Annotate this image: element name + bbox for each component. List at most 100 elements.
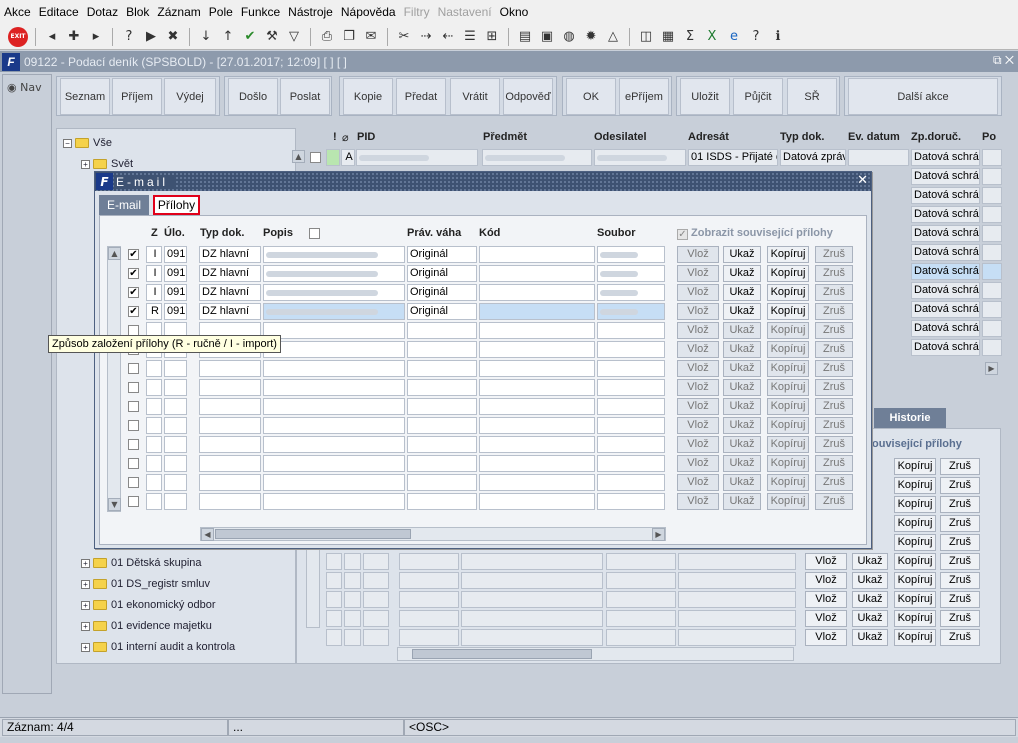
scroll-thumb[interactable]: [215, 529, 411, 539]
cell-kod[interactable]: [479, 417, 595, 434]
menu-item[interactable]: Pole: [209, 5, 233, 19]
cell-popis[interactable]: [263, 436, 405, 453]
add-record-icon[interactable]: ✚: [65, 28, 83, 46]
cell-prav[interactable]: [407, 360, 477, 377]
cell-prav[interactable]: [407, 398, 477, 415]
chart-icon[interactable]: ◫: [637, 28, 655, 46]
vloz-button[interactable]: Vlož: [805, 610, 847, 627]
vloz-button[interactable]: Vlož: [677, 246, 719, 263]
cell-popis[interactable]: [263, 474, 405, 491]
cell-soubor[interactable]: [597, 474, 665, 491]
cell-soubor[interactable]: [597, 284, 665, 301]
cell-z[interactable]: [146, 398, 162, 415]
ukaz-button[interactable]: Ukaž: [723, 284, 761, 301]
cell-ulo[interactable]: [164, 474, 187, 491]
lower-cell[interactable]: [606, 610, 676, 627]
ukaz-button[interactable]: Ukaž: [852, 553, 888, 570]
cell-popis[interactable]: [263, 379, 405, 396]
kopiruj-button[interactable]: Kopíruj: [767, 398, 809, 415]
cell-typ[interactable]: DZ hlavní: [199, 246, 261, 263]
cell-z[interactable]: I: [146, 246, 162, 263]
lower-cell[interactable]: [344, 591, 361, 608]
scale-icon[interactable]: △: [604, 28, 622, 46]
dialog-hscroll[interactable]: ◀ ▶: [200, 527, 666, 541]
cell-soubor[interactable]: [597, 341, 665, 358]
vloz-button[interactable]: Vlož: [805, 629, 847, 646]
zrus-button[interactable]: Zruš: [815, 360, 853, 377]
cell-soubor[interactable]: [597, 265, 665, 282]
lower-cell[interactable]: [606, 591, 676, 608]
print-icon[interactable]: ⎙: [318, 28, 336, 46]
ukaz-button[interactable]: Ukaž: [852, 591, 888, 608]
menu-item[interactable]: Okno: [500, 5, 529, 19]
lower-cell[interactable]: [678, 572, 796, 589]
lower-cell[interactable]: [326, 629, 342, 646]
kopiruj-button[interactable]: Kopíruj: [767, 455, 809, 472]
lower-cell[interactable]: [399, 572, 459, 589]
lower-cell[interactable]: [363, 610, 389, 627]
zrus-button[interactable]: Zruš: [815, 474, 853, 491]
zrus-button[interactable]: Zruš: [815, 284, 853, 301]
cell-popis[interactable]: [263, 246, 405, 263]
move-left-icon[interactable]: ◂: [43, 28, 61, 46]
zrus-button[interactable]: Zruš: [815, 303, 853, 320]
tree-item[interactable]: +01 evidence majetku: [81, 620, 212, 632]
vloz-button[interactable]: Vlož: [677, 360, 719, 377]
row-checkbox[interactable]: [128, 401, 139, 412]
lower-cell[interactable]: [344, 629, 361, 646]
cell-typ[interactable]: DZ hlavní: [199, 265, 261, 282]
lower-cell[interactable]: [399, 553, 459, 570]
zrus-button[interactable]: Zruš: [815, 379, 853, 396]
zrus-button[interactable]: Zruš: [940, 591, 980, 608]
lower-cell[interactable]: [678, 591, 796, 608]
tab-email[interactable]: E-mail: [99, 195, 149, 215]
scroll-thumb[interactable]: [412, 649, 592, 659]
kopiruj-button[interactable]: Kopíruj: [767, 246, 809, 263]
zrus-button[interactable]: Zruš: [815, 493, 853, 510]
lower-cell[interactable]: [678, 629, 796, 646]
cell-typ[interactable]: [199, 417, 261, 434]
zrus-button[interactable]: Zruš: [940, 629, 980, 646]
kopiruj-button[interactable]: Kopíruj: [767, 417, 809, 434]
vloz-button[interactable]: Vlož: [805, 572, 847, 589]
tree-root[interactable]: − Vše: [63, 137, 112, 149]
gear-icon[interactable]: ✹: [582, 28, 600, 46]
kopiruj-button[interactable]: Kopíruj: [767, 379, 809, 396]
cell-soubor[interactable]: [597, 493, 665, 510]
cell-soubor[interactable]: [597, 417, 665, 434]
lower-cell[interactable]: [678, 610, 796, 627]
info-icon[interactable]: ℹ: [769, 28, 787, 46]
vloz-button[interactable]: Vlož: [677, 474, 719, 491]
execute-query-icon[interactable]: ▶: [142, 28, 160, 46]
kopiruj-button[interactable]: Kopíruj: [894, 610, 936, 627]
cell-z[interactable]: [146, 360, 162, 377]
cell-popis[interactable]: [263, 322, 405, 339]
lower-cell[interactable]: [363, 629, 389, 646]
cell-soubor[interactable]: [597, 398, 665, 415]
lower-cell[interactable]: [363, 591, 389, 608]
cell-prav[interactable]: [407, 341, 477, 358]
tree-item[interactable]: +01 interní audit a kontrola: [81, 641, 235, 653]
vloz-button[interactable]: Vlož: [677, 493, 719, 510]
scroll-up-icon[interactable]: ▲: [108, 247, 121, 260]
cell-soubor[interactable]: [597, 246, 665, 263]
collapse-icon[interactable]: −: [63, 138, 72, 148]
ukaz-button[interactable]: Ukaž: [723, 474, 761, 491]
cell-z[interactable]: [146, 379, 162, 396]
zrus-button[interactable]: Zruš: [940, 477, 980, 494]
cell-kod[interactable]: [479, 455, 595, 472]
lower-cell[interactable]: [399, 629, 459, 646]
row-checkbox[interactable]: [128, 477, 139, 488]
cell-prav[interactable]: [407, 474, 477, 491]
ukaz-button[interactable]: Ukaž: [852, 572, 888, 589]
tree-item[interactable]: +01 Dětská skupina: [81, 557, 202, 569]
kopiruj-button[interactable]: Kopíruj: [767, 322, 809, 339]
row-checkbox[interactable]: [128, 496, 139, 507]
zrus-button[interactable]: Zruš: [940, 515, 980, 532]
vloz-button[interactable]: Vlož: [805, 553, 847, 570]
row-checkbox[interactable]: [128, 382, 139, 393]
globe-icon[interactable]: ◍: [560, 28, 578, 46]
cell-popis[interactable]: [263, 360, 405, 377]
lower-cell[interactable]: [461, 629, 603, 646]
zrus-button[interactable]: Zruš: [940, 553, 980, 570]
